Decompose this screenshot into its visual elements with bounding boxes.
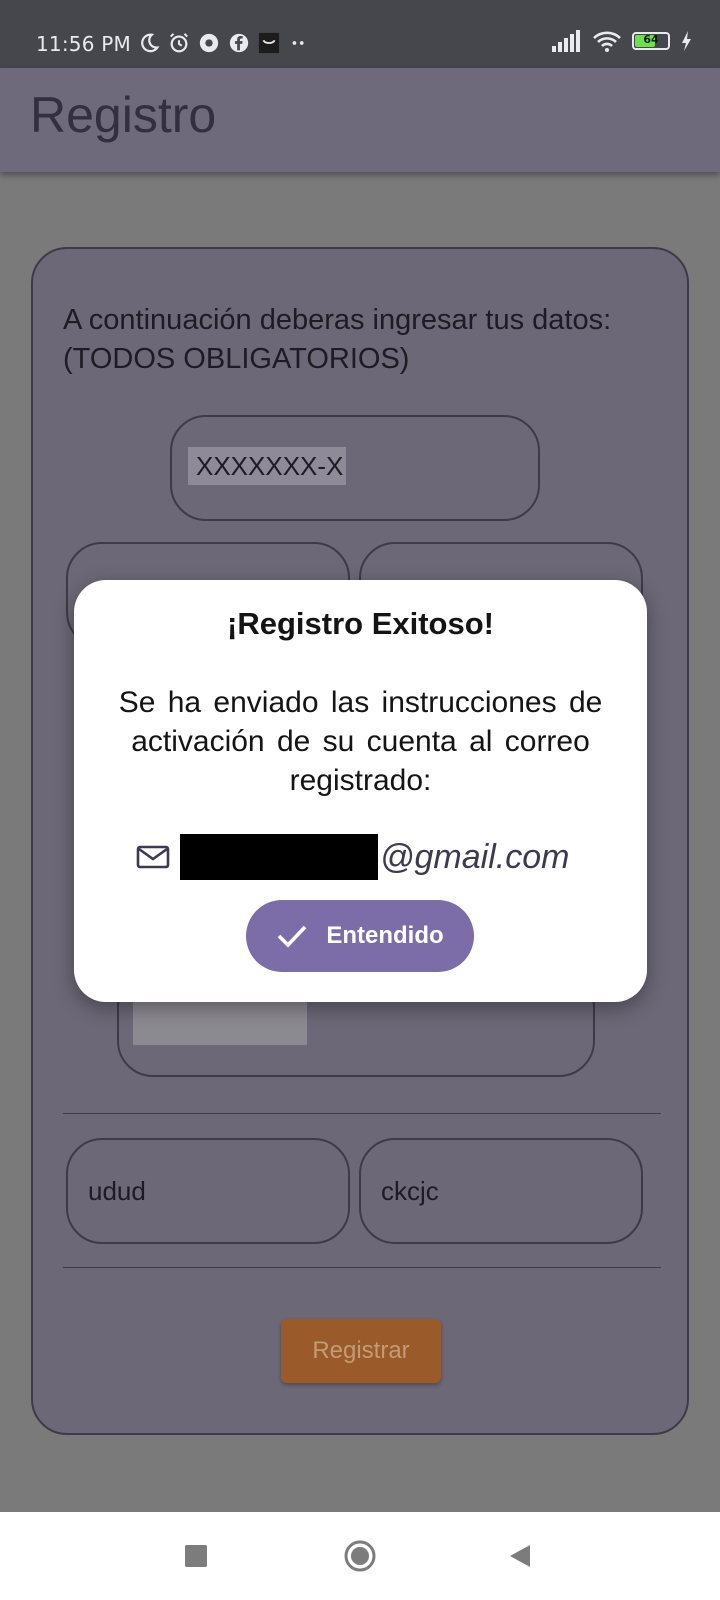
battery-percent: 64 <box>643 33 659 46</box>
page-title: Registro <box>30 87 217 143</box>
wifi-icon <box>593 31 621 52</box>
status-time: 11:56 PM <box>36 32 131 56</box>
email-row: @gmail.com <box>136 832 569 882</box>
notification-icons <box>138 32 310 54</box>
app-bar: Registro <box>0 68 720 172</box>
home-circle-icon <box>344 1540 376 1572</box>
back-triangle-icon <box>510 1545 530 1567</box>
confirm-button-label: Entendido <box>326 922 444 949</box>
last-row-left-field[interactable]: udud <box>66 1138 350 1244</box>
email-field-redacted <box>133 997 307 1045</box>
section-divider-2 <box>63 1267 661 1268</box>
last-row-right-field[interactable]: ckcjc <box>359 1138 643 1244</box>
dialog-message: Se ha enviado las instrucciones de activ… <box>118 686 603 797</box>
alarm-icon <box>170 33 188 53</box>
last-row-right-value: ckcjc <box>381 1176 439 1206</box>
charging-icon <box>682 31 691 51</box>
shop-icon <box>258 32 280 54</box>
rut-field[interactable]: XXXXXXX-X <box>170 415 540 521</box>
dialog-title: ¡Registro Exitoso! <box>227 606 494 641</box>
status-right-icons: 64 <box>550 30 692 52</box>
facebook-icon <box>229 33 249 53</box>
last-row-left-value: udud <box>88 1176 146 1206</box>
recents-button[interactable] <box>176 1536 216 1576</box>
register-button[interactable]: Registrar <box>281 1319 441 1383</box>
signal-icon <box>552 30 580 52</box>
mail-icon <box>136 845 170 869</box>
battery-icon: 64 <box>632 32 670 50</box>
app-notification-icon <box>199 33 219 53</box>
instructions-text: A continuación deberas ingresar tus dato… <box>63 304 612 375</box>
status-bar: 11:56 PM 64 <box>0 0 720 68</box>
success-dialog: ¡Registro Exitoso! Se ha enviado las ins… <box>74 580 647 1002</box>
confirm-button[interactable]: Entendido <box>246 900 474 972</box>
back-button[interactable] <box>500 1536 540 1576</box>
rut-field-value: XXXXXXX-X <box>188 447 346 485</box>
more-notifications-icon <box>292 41 304 45</box>
email-domain: @gmail.com <box>380 837 570 876</box>
check-icon <box>278 925 307 948</box>
home-button[interactable] <box>340 1536 380 1576</box>
system-nav-bar <box>0 1512 720 1600</box>
email-redacted <box>180 834 378 880</box>
section-divider <box>63 1113 661 1114</box>
moon-icon <box>141 33 160 53</box>
square-icon <box>185 1545 207 1567</box>
